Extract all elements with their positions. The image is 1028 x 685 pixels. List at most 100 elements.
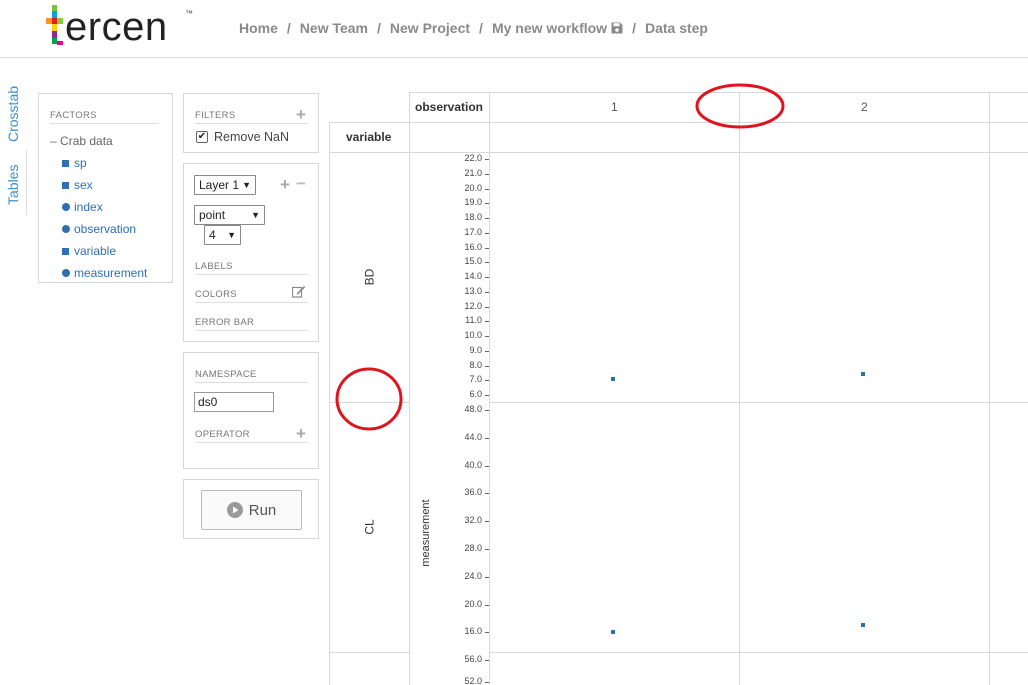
add-filter-icon[interactable]: + bbox=[296, 106, 306, 123]
square-icon bbox=[62, 247, 69, 255]
namespace-panel: NAMESPACE OPERATOR + bbox=[183, 352, 319, 469]
grid-line bbox=[489, 652, 1028, 653]
error-bar-title[interactable]: ERROR BAR bbox=[195, 317, 254, 328]
y-tick-label: 24.0 bbox=[464, 570, 482, 581]
run-button[interactable]: Run bbox=[201, 490, 302, 530]
data-point[interactable] bbox=[611, 376, 615, 381]
factor-index[interactable]: index bbox=[62, 200, 103, 214]
y-tick-label: 11.0 bbox=[465, 315, 482, 326]
y-tick-label: 17.0 bbox=[464, 226, 482, 237]
namespace-title: NAMESPACE bbox=[195, 369, 257, 380]
factor-sex[interactable]: sex bbox=[62, 178, 93, 192]
y-tick-mark bbox=[485, 549, 489, 550]
data-point[interactable] bbox=[861, 372, 865, 377]
factors-panel: FACTORS – Crab data sp sex index observa… bbox=[38, 93, 173, 283]
factor-label: sp bbox=[74, 156, 87, 170]
remove-layer-icon[interactable]: − bbox=[296, 175, 306, 192]
dropdown-arrow-icon: ▼ bbox=[242, 180, 251, 190]
factor-root-label: Crab data bbox=[60, 134, 113, 148]
column-factor-header[interactable]: observation bbox=[415, 100, 483, 114]
circle-icon bbox=[62, 225, 70, 233]
square-icon bbox=[62, 159, 69, 167]
data-point[interactable] bbox=[611, 630, 615, 634]
column-header-1: 1 bbox=[611, 100, 618, 114]
y-tick-mark bbox=[485, 576, 489, 578]
factor-variable[interactable]: variable bbox=[62, 244, 116, 258]
y-tick-label: 10.0 bbox=[464, 330, 482, 340]
factor-root-crab-data[interactable]: – Crab data bbox=[50, 134, 113, 148]
row-header-cl: CL bbox=[362, 519, 377, 535]
y-tick-mark bbox=[485, 247, 489, 249]
filters-title: FILTERS bbox=[195, 110, 236, 121]
grid-line bbox=[329, 152, 1028, 153]
y-tick-label: 14.0 bbox=[464, 271, 482, 281]
y-tick-mark bbox=[485, 521, 489, 523]
layer-select[interactable]: Layer 1 ▼ bbox=[194, 175, 256, 195]
data-point[interactable] bbox=[861, 623, 865, 628]
factor-observation[interactable]: observation bbox=[62, 222, 136, 236]
grid-line bbox=[989, 92, 990, 685]
colors-title[interactable]: COLORS bbox=[195, 289, 237, 300]
y-tick-label: 7.0 bbox=[469, 374, 482, 385]
edit-icon[interactable] bbox=[292, 285, 306, 298]
add-operator-icon[interactable]: + bbox=[296, 425, 306, 442]
row-factor-header[interactable]: variable bbox=[346, 130, 391, 144]
y-tick-label: 16.0 bbox=[464, 626, 482, 637]
factor-sp[interactable]: sp bbox=[62, 156, 87, 170]
layer-select-value: Layer 1 bbox=[199, 178, 240, 192]
y-tick-mark bbox=[485, 350, 489, 352]
grid-line bbox=[489, 92, 490, 685]
grid-line bbox=[329, 652, 409, 653]
y-axis-label: measurement bbox=[420, 499, 432, 567]
y-tick-mark bbox=[485, 365, 489, 367]
tab-divider bbox=[26, 150, 27, 215]
grid-line bbox=[329, 122, 1028, 123]
filters-panel: FILTERS + ✔ Remove NaN bbox=[183, 93, 319, 153]
breadcrumb-step[interactable]: Data step bbox=[645, 20, 708, 36]
y-tick-label: 32.0 bbox=[464, 515, 482, 526]
y-tick-label: 6.0 bbox=[469, 389, 482, 399]
y-tick-mark bbox=[485, 632, 489, 634]
tab-crosstab[interactable]: Crosstab bbox=[5, 86, 21, 142]
tab-tables[interactable]: Tables bbox=[5, 165, 21, 205]
breadcrumb-home[interactable]: Home bbox=[239, 20, 278, 36]
annotation-circle bbox=[335, 367, 403, 431]
factor-label: observation bbox=[74, 222, 137, 236]
y-tick-label: 36.0 bbox=[464, 487, 482, 498]
y-tick-label: 18.0 bbox=[464, 212, 482, 222]
run-label: Run bbox=[248, 501, 277, 519]
y-tick-label: 13.0 bbox=[464, 285, 482, 296]
layers-panel: Layer 1 ▼ + − point ▼ 4 ▼ LABELS COLORS ERR… bbox=[183, 163, 319, 342]
breadcrumb-separator: / bbox=[632, 20, 636, 36]
geom-select[interactable]: point ▼ bbox=[194, 205, 265, 225]
save-icon[interactable] bbox=[611, 22, 623, 34]
y-tick-label: 22.0 bbox=[464, 153, 482, 163]
divider bbox=[50, 123, 159, 124]
y-tick-mark bbox=[485, 410, 489, 411]
y-tick-label: 8.0 bbox=[469, 359, 482, 370]
y-tick-mark bbox=[485, 159, 489, 160]
breadcrumb-workflow[interactable]: My new workflow bbox=[492, 20, 607, 36]
y-tick-mark bbox=[485, 321, 489, 323]
grid-line bbox=[739, 92, 740, 685]
divider bbox=[195, 442, 308, 443]
y-tick-label: 19.0 bbox=[464, 197, 482, 208]
annotation-circle bbox=[695, 83, 785, 129]
breadcrumb-team[interactable]: New Team bbox=[300, 20, 368, 36]
namespace-input[interactable] bbox=[194, 392, 274, 412]
labels-title[interactable]: LABELS bbox=[195, 261, 233, 272]
divider bbox=[195, 330, 308, 331]
size-select[interactable]: 4 ▼ bbox=[204, 225, 241, 245]
add-layer-icon[interactable]: + bbox=[280, 176, 290, 193]
remove-nan-checkbox[interactable]: ✔ bbox=[196, 131, 208, 143]
y-tick-mark bbox=[485, 682, 489, 683]
grid-line bbox=[329, 122, 330, 685]
factor-label: variable bbox=[74, 244, 117, 258]
tercen-logo[interactable]: ercen ™ bbox=[46, 5, 196, 49]
divider bbox=[195, 274, 308, 275]
y-tick-mark bbox=[485, 262, 489, 264]
remove-nan-label: Remove NaN bbox=[214, 130, 290, 144]
factor-measurement[interactable]: measurement bbox=[62, 266, 147, 280]
collapse-icon[interactable]: – bbox=[50, 134, 57, 148]
breadcrumb-project[interactable]: New Project bbox=[390, 20, 470, 36]
